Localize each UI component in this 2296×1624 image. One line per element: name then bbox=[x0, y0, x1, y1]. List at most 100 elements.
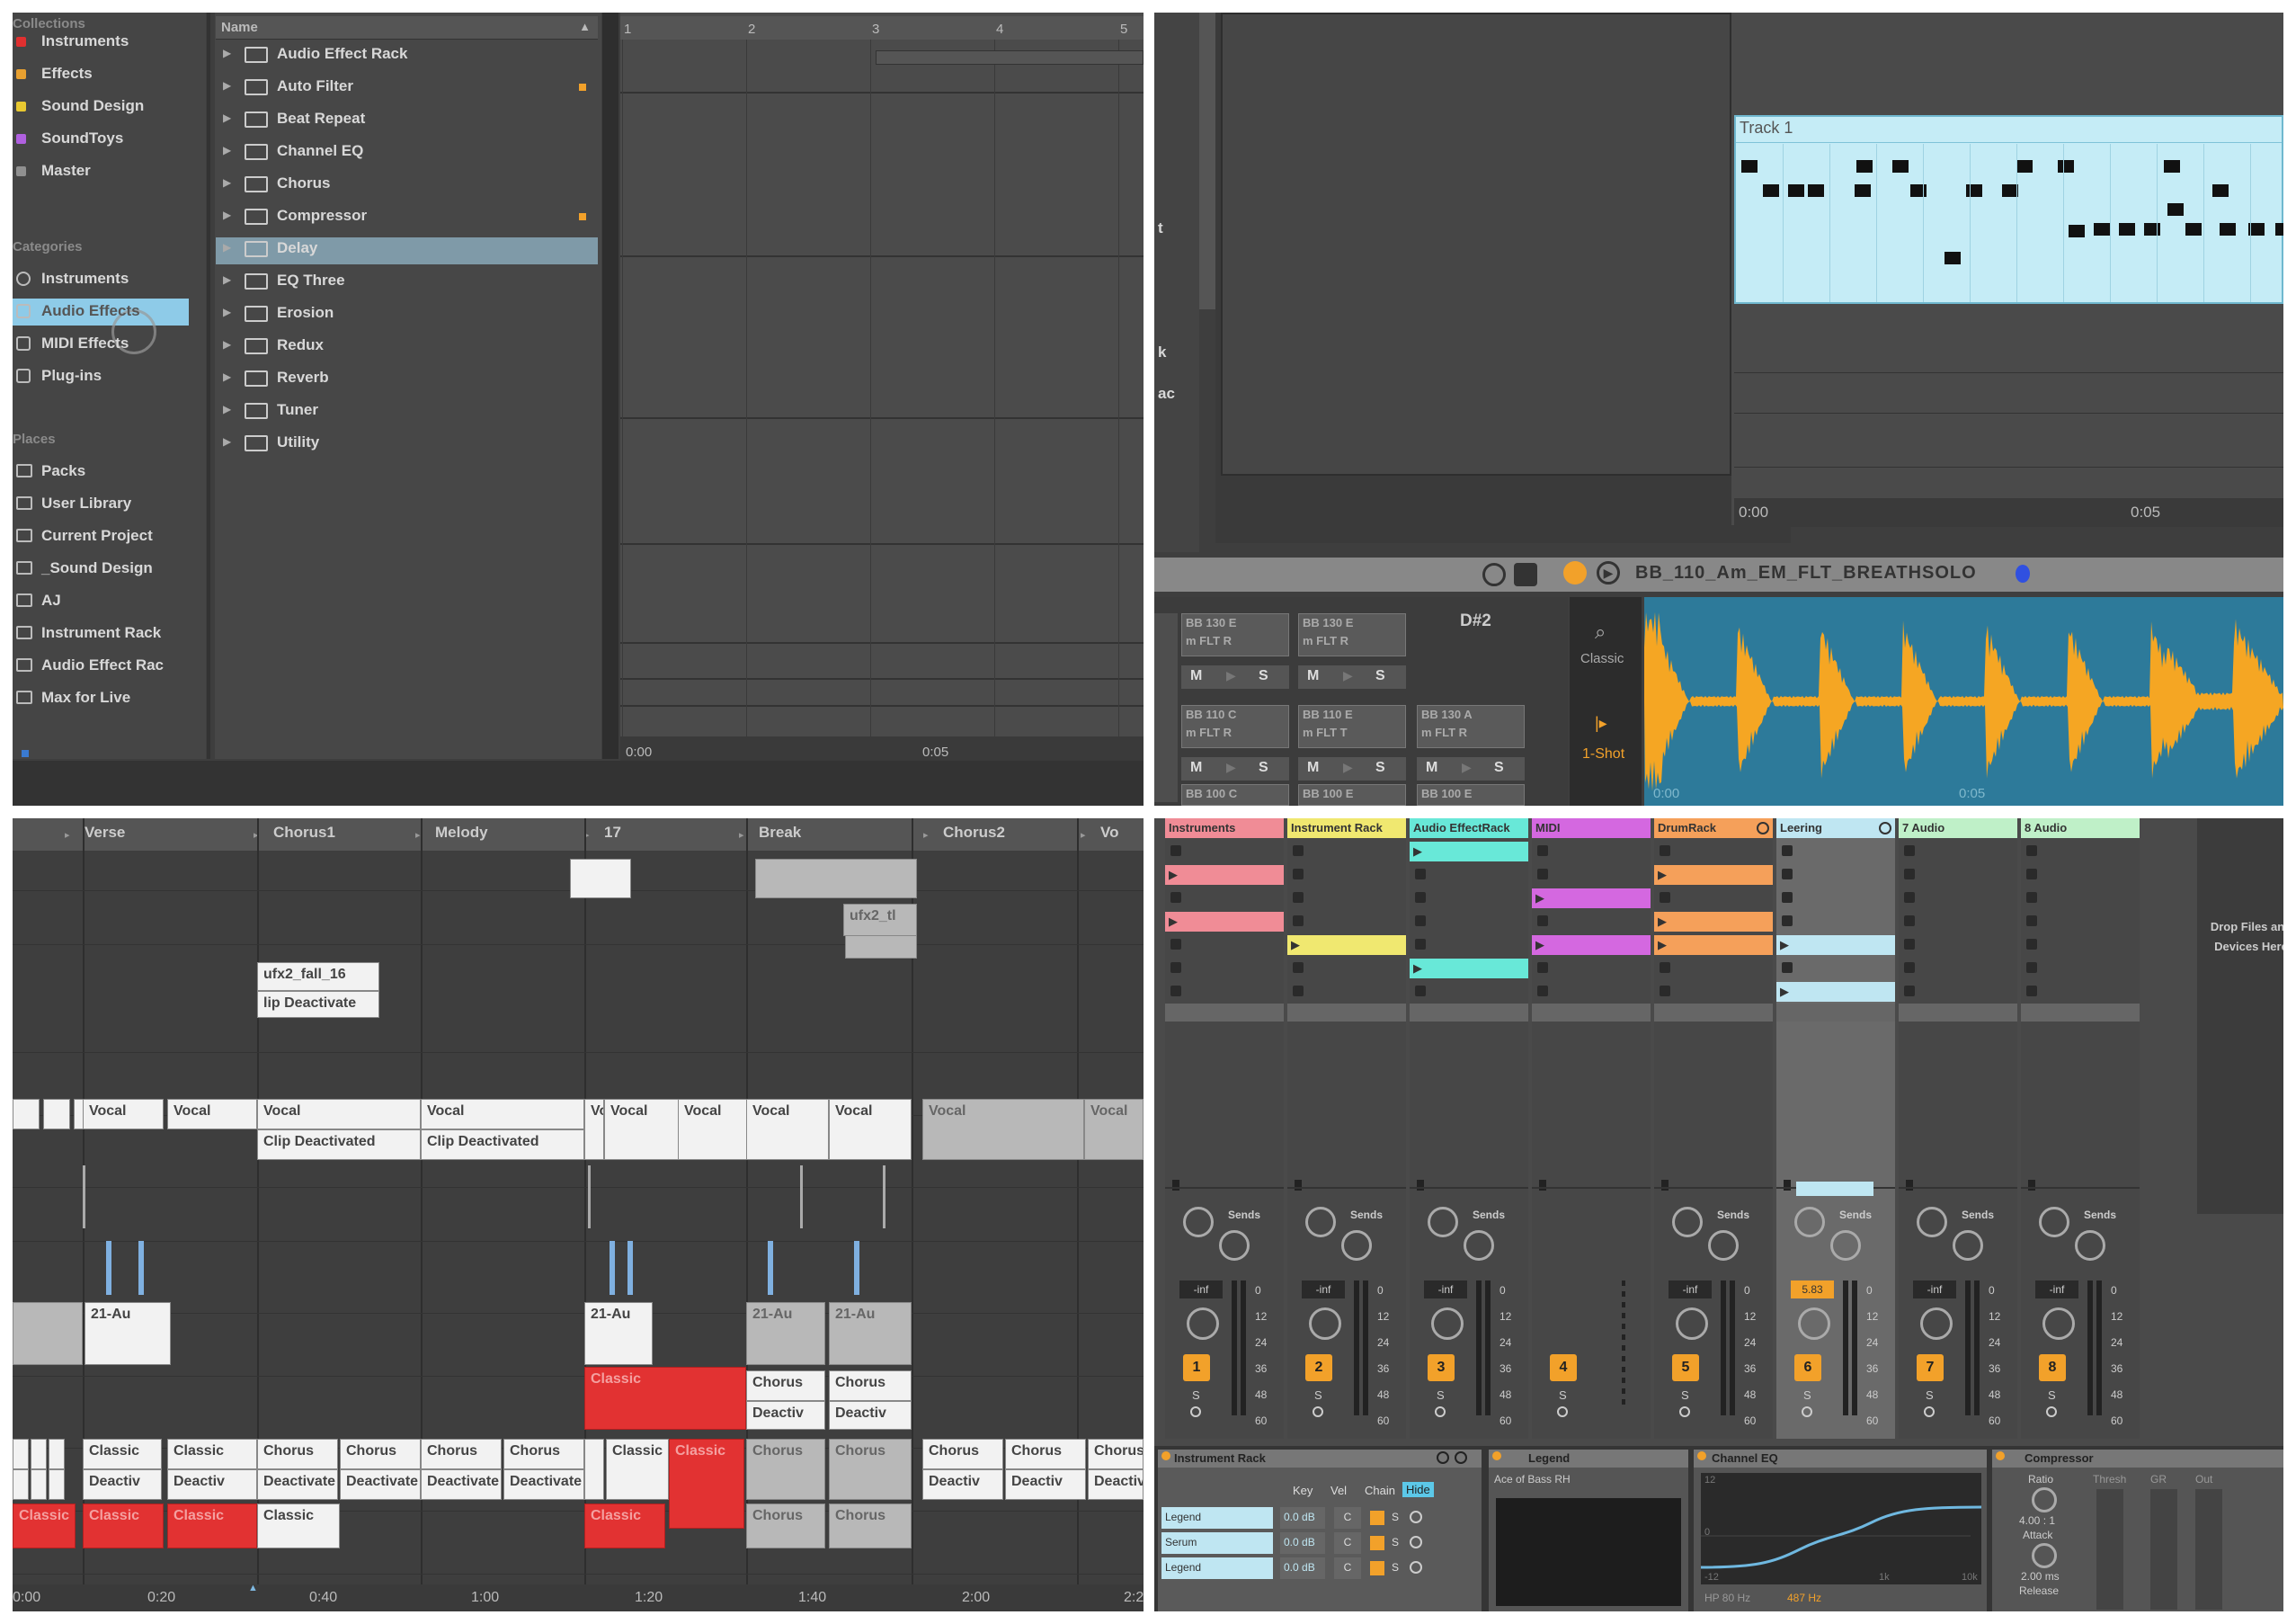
pan-knob[interactable] bbox=[1187, 1307, 1219, 1340]
midi-note[interactable] bbox=[2058, 160, 2074, 173]
drum-pad[interactable]: BB 100 E bbox=[1417, 784, 1525, 806]
volume-display[interactable]: -inf bbox=[1302, 1280, 1345, 1298]
clip-stop-button[interactable] bbox=[1904, 845, 1915, 856]
drum-pad[interactable]: BB 110 E m FLT T bbox=[1298, 705, 1406, 748]
clip-stop-button[interactable] bbox=[2026, 845, 2037, 856]
chain-volume[interactable]: 0.0 dB bbox=[1280, 1507, 1325, 1529]
expand-arrow-icon[interactable]: ▶ bbox=[223, 403, 231, 415]
fx-clip[interactable] bbox=[845, 935, 917, 959]
expand-arrow-icon[interactable]: ▶ bbox=[223, 370, 231, 383]
device-on-icon[interactable] bbox=[1697, 1451, 1706, 1460]
collection-item[interactable]: Instruments bbox=[41, 32, 129, 50]
midi-note[interactable] bbox=[2069, 225, 2085, 237]
vocal-clip[interactable]: Vocal bbox=[829, 1099, 912, 1160]
clip-stop-button[interactable] bbox=[1170, 962, 1181, 973]
session-clip[interactable]: ▶ bbox=[1654, 865, 1773, 885]
vocal-clip[interactable]: Vocal bbox=[604, 1099, 685, 1160]
drum-pad[interactable]: BB 100 C bbox=[1181, 784, 1289, 806]
locator-label[interactable]: Verse bbox=[85, 824, 125, 842]
arrangement-clip[interactable]: Chorus bbox=[746, 1439, 825, 1500]
midi-note[interactable] bbox=[1763, 184, 1779, 197]
arrangement-clip[interactable]: Chorus bbox=[503, 1439, 584, 1469]
arrangement-clip[interactable]: Classic bbox=[606, 1439, 669, 1500]
send-a-knob[interactable] bbox=[1917, 1207, 1947, 1237]
clip-play-icon[interactable]: ▶ bbox=[1535, 938, 1544, 952]
clip-stop-button[interactable] bbox=[1660, 845, 1670, 856]
fold-icon[interactable] bbox=[1879, 822, 1891, 834]
arrangement-clip[interactable]: Deactiv bbox=[746, 1401, 825, 1430]
midi-note[interactable] bbox=[1966, 184, 1982, 197]
send-b-knob[interactable] bbox=[1219, 1230, 1250, 1261]
track-activator[interactable]: 6 bbox=[1794, 1354, 1821, 1381]
track-activator[interactable]: 7 bbox=[1917, 1354, 1944, 1381]
arm-icon[interactable] bbox=[1679, 1406, 1690, 1417]
chain-volume[interactable]: 0.0 dB bbox=[1280, 1532, 1325, 1554]
clip-stop-button[interactable] bbox=[1904, 869, 1915, 879]
track-stop-icon[interactable] bbox=[1172, 1180, 1179, 1191]
locator-label[interactable]: Vo bbox=[1100, 824, 1118, 842]
vocal-clip[interactable]: Vocal bbox=[678, 1099, 757, 1160]
save-icon[interactable] bbox=[1514, 563, 1537, 586]
session-clip[interactable]: ▶ bbox=[1776, 982, 1895, 1002]
place-item[interactable]: User Library bbox=[41, 495, 131, 513]
expand-arrow-icon[interactable]: ▶ bbox=[223, 79, 231, 92]
session-clip[interactable]: ▶ bbox=[1165, 865, 1284, 885]
midi-note[interactable] bbox=[2167, 203, 2184, 216]
category-item[interactable]: Plug-ins bbox=[41, 367, 102, 385]
arrangement-clip[interactable]: Classic bbox=[167, 1504, 257, 1548]
arrangement-clip[interactable]: Vocal bbox=[421, 1099, 584, 1129]
locator-icon[interactable]: ▸ bbox=[415, 829, 421, 841]
solo-button[interactable]: S bbox=[1494, 760, 1504, 776]
solo-button[interactable]: S bbox=[1259, 760, 1268, 776]
arrangement-clip[interactable]: Vocal bbox=[257, 1099, 421, 1129]
clip-stop-button[interactable] bbox=[1782, 962, 1793, 973]
clip-stop-button[interactable] bbox=[1293, 962, 1304, 973]
track-activator[interactable]: 3 bbox=[1428, 1354, 1455, 1381]
arrangement-clip[interactable]: Deactiv bbox=[83, 1469, 162, 1500]
arrangement-clip[interactable]: Vocal bbox=[922, 1099, 1084, 1160]
eq-display[interactable]: 12 0 -12 1k 10k bbox=[1701, 1473, 1981, 1584]
preset-name[interactable]: Ace of Bass RH bbox=[1494, 1473, 1571, 1486]
clip-stop-button[interactable] bbox=[1782, 915, 1793, 926]
send-b-knob[interactable] bbox=[1953, 1230, 1983, 1261]
expand-arrow-icon[interactable]: ▶ bbox=[223, 112, 231, 124]
arrangement-clip[interactable]: 21-Au bbox=[584, 1302, 653, 1365]
clip-stop-button[interactable] bbox=[1660, 986, 1670, 996]
clip-stop-button[interactable] bbox=[1415, 892, 1426, 903]
track-stop-icon[interactable] bbox=[1295, 1180, 1302, 1191]
solo-button[interactable]: S bbox=[1375, 668, 1385, 684]
arrangement-clip[interactable]: 21-Au bbox=[85, 1302, 171, 1365]
chain-name[interactable]: Serum bbox=[1161, 1532, 1273, 1554]
session-clip[interactable]: ▶ bbox=[1654, 912, 1773, 932]
arrangement-clip[interactable]: Chorus bbox=[1005, 1439, 1086, 1469]
send-a-knob[interactable] bbox=[1428, 1207, 1458, 1237]
chain-solo[interactable]: S bbox=[1392, 1511, 1399, 1523]
chain-solo[interactable]: S bbox=[1392, 1536, 1399, 1548]
pan-knob[interactable] bbox=[1676, 1307, 1708, 1340]
solo-button[interactable]: S bbox=[1259, 668, 1268, 684]
clip-stop-button[interactable] bbox=[1537, 986, 1548, 996]
send-a-knob[interactable] bbox=[1305, 1207, 1336, 1237]
waveform-display[interactable]: 0:00 0:05 bbox=[1644, 597, 2283, 806]
arrangement-clip[interactable]: Classic bbox=[83, 1504, 164, 1548]
track-header[interactable]: Instrument Rack bbox=[1287, 818, 1406, 838]
pan-knob[interactable] bbox=[2042, 1307, 2075, 1340]
arrangement-clip[interactable]: Chorus bbox=[421, 1439, 502, 1469]
send-a-knob[interactable] bbox=[2039, 1207, 2069, 1237]
power-icon[interactable] bbox=[1437, 1451, 1449, 1464]
drum-pad[interactable]: BB 110 C m FLT R bbox=[1181, 705, 1289, 748]
vocal-clip[interactable] bbox=[43, 1099, 70, 1129]
arrangement-clip[interactable]: Deactivate bbox=[340, 1469, 421, 1500]
clip-play-icon[interactable]: ▶ bbox=[1169, 868, 1178, 882]
clip-stop-button[interactable] bbox=[1537, 915, 1548, 926]
browser-item[interactable]: Beat Repeat bbox=[277, 110, 365, 128]
track-header[interactable]: DrumRack bbox=[1654, 818, 1773, 838]
clip-stop-button[interactable] bbox=[2026, 915, 2037, 926]
expand-arrow-icon[interactable]: ▶ bbox=[223, 176, 231, 189]
arrangement-clip[interactable]: Classic bbox=[584, 1504, 665, 1548]
clip-stop-button[interactable] bbox=[1904, 892, 1915, 903]
solo-button[interactable]: S bbox=[1375, 760, 1385, 776]
place-item[interactable]: Current Project bbox=[41, 527, 153, 545]
arrangement-clip[interactable]: Chorus bbox=[922, 1439, 1003, 1469]
solo-button[interactable]: S bbox=[1559, 1388, 1567, 1402]
